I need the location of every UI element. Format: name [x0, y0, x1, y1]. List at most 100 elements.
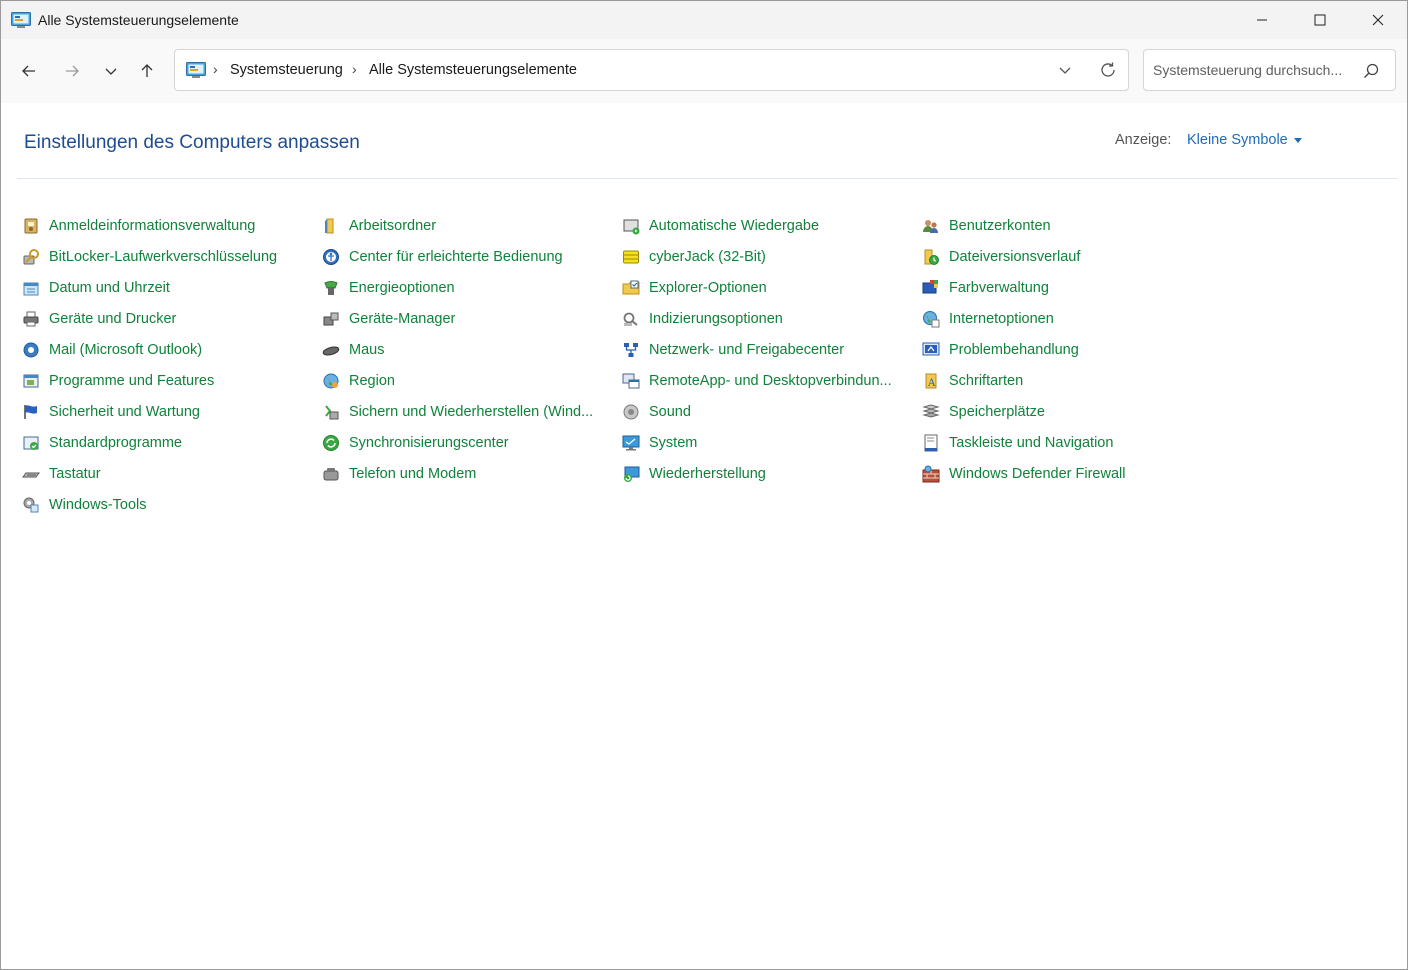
- globe-icon: [323, 373, 339, 388]
- item-programme-und-features[interactable]: Programme und Features: [22, 365, 214, 396]
- search-input[interactable]: [1153, 60, 1353, 80]
- item-sichern-und-wiederherstellen[interactable]: Sichern und Wiederherstellen (Wind...: [322, 396, 593, 427]
- item-windows-tools[interactable]: Windows-Tools: [22, 489, 147, 520]
- item-region[interactable]: Region: [322, 365, 395, 396]
- item-datum-und-uhrzeit[interactable]: Datum und Uhrzeit: [22, 272, 170, 303]
- item-indizierungsoptionen[interactable]: Indizierungsoptionen: [622, 303, 783, 334]
- item-cyberjack[interactable]: cyberJack (32-Bit): [622, 241, 766, 272]
- work-folder-icon: [325, 218, 334, 233]
- folder-options-icon: [622, 280, 640, 294]
- view-mode-dropdown[interactable]: Kleine Symbole: [1187, 132, 1302, 148]
- item-anmeldeinformationsverwaltung[interactable]: Anmeldeinformationsverwaltung: [22, 210, 255, 241]
- remoteapp-icon: [622, 373, 640, 388]
- control-panel-icon: [186, 62, 206, 78]
- item-windows-defender-firewall[interactable]: Windows Defender Firewall: [922, 458, 1125, 489]
- item-explorer-optionen[interactable]: Explorer-Optionen: [622, 272, 767, 303]
- default-programs-icon: [23, 436, 39, 450]
- close-icon: [1372, 14, 1384, 26]
- item-speicherplaetze[interactable]: Speicherplätze: [922, 396, 1045, 427]
- breadcrumb-systemsteuerung[interactable]: Systemsteuerung: [230, 62, 343, 78]
- indexing-icon: [623, 312, 638, 326]
- item-arbeitsordner[interactable]: Arbeitsordner: [322, 210, 436, 241]
- item-remoteapp[interactable]: RemoteApp- und Desktopverbindun...: [622, 365, 892, 396]
- item-schriftarten[interactable]: A Schriftarten: [922, 365, 1023, 396]
- item-maus[interactable]: Maus: [322, 334, 384, 365]
- item-problembehandlung[interactable]: Problembehandlung: [922, 334, 1079, 365]
- svg-text:A: A: [927, 378, 936, 389]
- navigation-bar: › Systemsteuerung › Alle Systemsteuerung…: [1, 39, 1407, 103]
- page-title: Einstellungen des Computers anpassen: [24, 132, 360, 153]
- view-mode-value: Kleine Symbole: [1187, 132, 1288, 148]
- item-taskleiste-und-navigation[interactable]: Taskleiste und Navigation: [922, 427, 1113, 458]
- refresh-icon: [1101, 62, 1115, 77]
- breadcrumb-separator-icon[interactable]: ›: [352, 61, 357, 77]
- item-internetoptionen[interactable]: Internetoptionen: [922, 303, 1054, 334]
- item-center-erleichterte-bedienung[interactable]: Center für erleichterte Bedienung: [322, 241, 563, 272]
- network-icon: [624, 342, 638, 357]
- item-dateiversionsverlauf[interactable]: Dateiversionsverlauf: [922, 241, 1080, 272]
- troubleshoot-icon: [922, 342, 940, 355]
- bitlocker-icon: [23, 248, 39, 264]
- phone-icon: [323, 467, 339, 480]
- speaker-icon: [623, 404, 639, 419]
- credential-icon: [24, 218, 38, 233]
- search-box[interactable]: [1143, 49, 1396, 91]
- mouse-icon: [322, 346, 340, 355]
- item-farbverwaltung[interactable]: Farbverwaltung: [922, 272, 1049, 303]
- item-tastatur[interactable]: Tastatur: [22, 458, 101, 489]
- arrow-up-icon: [141, 64, 153, 77]
- maximize-icon: [1314, 14, 1326, 26]
- item-automatische-wiedergabe[interactable]: Automatische Wiedergabe: [622, 210, 819, 241]
- caret-down-icon: [1293, 138, 1302, 143]
- address-history-button[interactable]: [1053, 58, 1077, 82]
- fonts-icon: A: [925, 373, 937, 389]
- breadcrumb-separator-icon[interactable]: ›: [213, 61, 218, 77]
- control-panel-items: Anmeldeinformationsverwaltung BitLocker-…: [22, 210, 1222, 530]
- item-sound[interactable]: Sound: [622, 396, 691, 427]
- address-bar[interactable]: › Systemsteuerung › Alle Systemsteuerung…: [174, 49, 1129, 91]
- storage-icon: [922, 403, 940, 418]
- item-mail[interactable]: Mail (Microsoft Outlook): [22, 334, 202, 365]
- search-icon[interactable]: [1362, 62, 1380, 80]
- control-panel-icon: [11, 12, 31, 28]
- file-history-icon: [924, 249, 939, 265]
- printer-icon: [23, 311, 39, 326]
- close-button[interactable]: [1349, 1, 1407, 39]
- item-bitlocker[interactable]: BitLocker-Laufwerkverschlüsselung: [22, 241, 277, 272]
- breadcrumb-current[interactable]: Alle Systemsteuerungselemente: [369, 62, 577, 78]
- item-synchronisierungscenter[interactable]: Synchronisierungscenter: [322, 427, 509, 458]
- forward-button[interactable]: [57, 53, 87, 89]
- title-bar[interactable]: Alle Systemsteuerungselemente: [1, 1, 1407, 39]
- color-management-icon: [922, 279, 938, 293]
- device-manager-icon: [323, 312, 339, 325]
- refresh-button[interactable]: [1095, 58, 1121, 82]
- users-icon: [923, 219, 938, 233]
- maximize-button[interactable]: [1291, 1, 1349, 39]
- item-telefon-und-modem[interactable]: Telefon und Modem: [322, 458, 476, 489]
- mail-icon: [23, 342, 39, 357]
- up-button[interactable]: [132, 53, 162, 89]
- chevron-down-icon: [1059, 67, 1071, 74]
- item-sicherheit-und-wartung[interactable]: Sicherheit und Wartung: [22, 396, 200, 427]
- sync-icon: [323, 434, 339, 451]
- item-system[interactable]: System: [622, 427, 697, 458]
- monitor-icon: [622, 435, 640, 450]
- recent-locations-button[interactable]: [96, 53, 126, 89]
- clock-icon: [23, 282, 39, 295]
- tools-icon: [23, 497, 39, 512]
- item-wiederherstellung[interactable]: Wiederherstellung: [622, 458, 766, 489]
- control-panel-window: Alle Systemsteuerungselemente › Systemst…: [0, 0, 1408, 970]
- item-standardprogramme[interactable]: Standardprogramme: [22, 427, 182, 458]
- keyboard-icon: [22, 472, 40, 477]
- item-geraete-manager[interactable]: Geräte-Manager: [322, 303, 455, 334]
- minimize-button[interactable]: [1233, 1, 1291, 39]
- item-energieoptionen[interactable]: Energieoptionen: [322, 272, 455, 303]
- item-netzwerk-und-freigabecenter[interactable]: Netzwerk- und Freigabecenter: [622, 334, 844, 365]
- accessibility-icon: [323, 248, 339, 265]
- firewall-icon: [922, 465, 940, 482]
- internet-icon: [923, 310, 940, 327]
- item-benutzerkonten[interactable]: Benutzerkonten: [922, 210, 1051, 241]
- item-geraete-und-drucker[interactable]: Geräte und Drucker: [22, 303, 176, 334]
- back-button[interactable]: [14, 53, 44, 89]
- power-icon: [324, 280, 338, 295]
